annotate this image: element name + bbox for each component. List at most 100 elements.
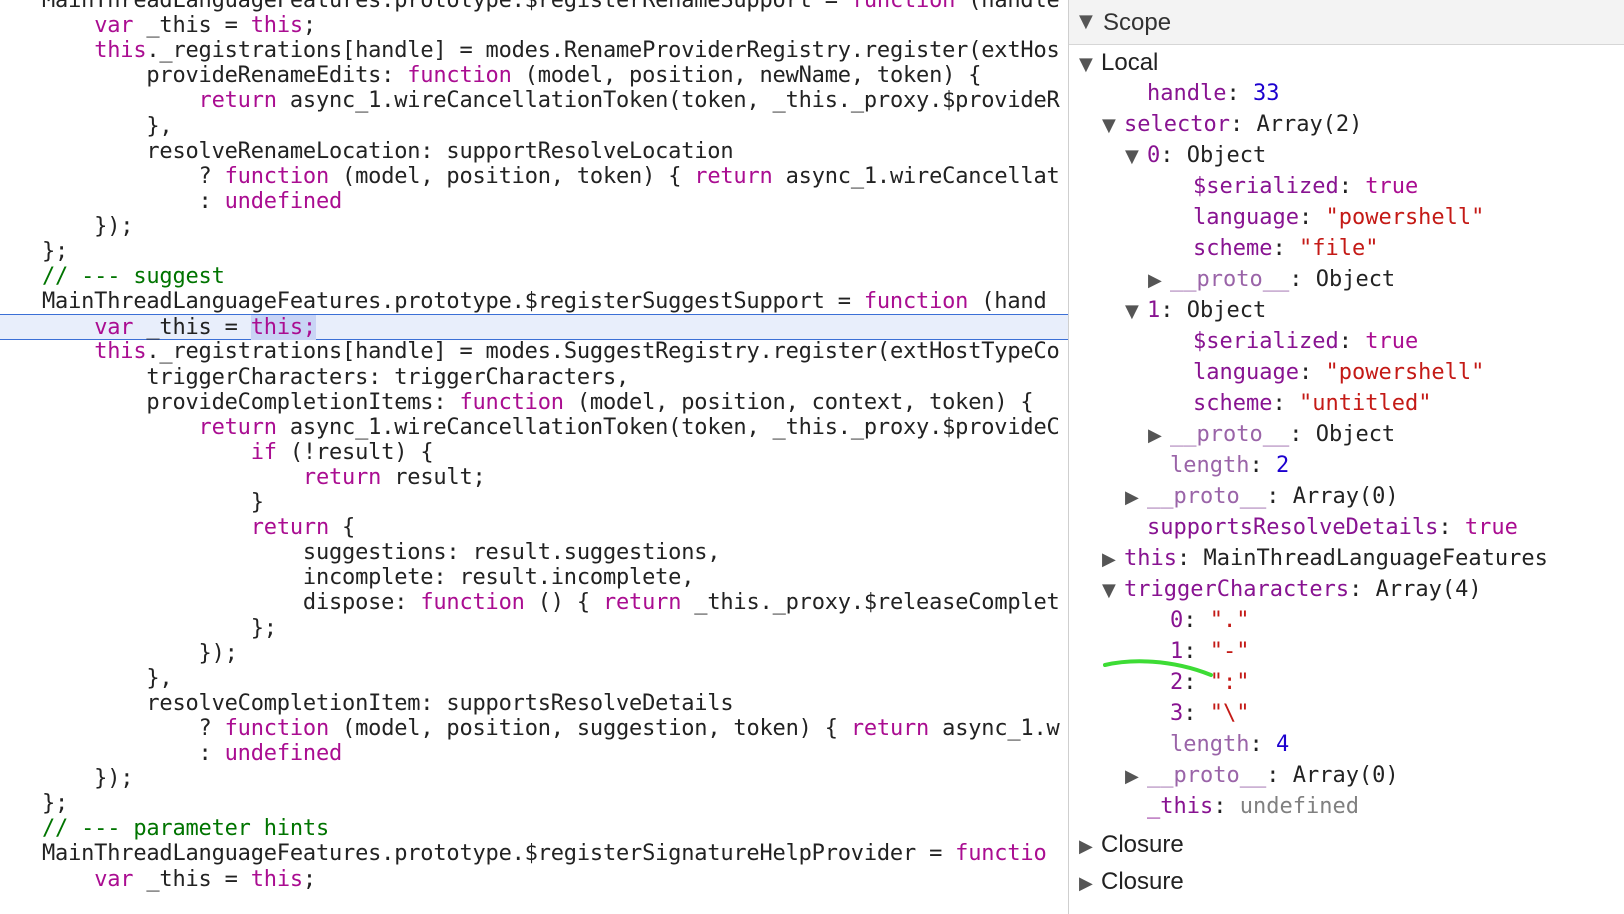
scope-variable-row[interactable]: ▼ selector: Array(2)	[1102, 110, 1362, 140]
scope-variable-row[interactable]: language: "powershell"	[1171, 358, 1484, 388]
scope-variable-row[interactable]: $serialized: true	[1171, 172, 1418, 202]
scope-variable-row[interactable]: ▶ __proto__: Array(0)	[1125, 761, 1399, 791]
scope-token: "untitled"	[1298, 391, 1432, 416]
scope-variable-row[interactable]: language: "powershell"	[1171, 203, 1484, 233]
code-line[interactable]: resolveRenameLocation: supportResolveLoc…	[0, 139, 1069, 165]
scope-section[interactable]: ▶ Closure	[1079, 867, 1184, 897]
code-line[interactable]: this._registrations[handle] = modes.Rena…	[0, 38, 1069, 64]
collapsed-triangle-icon[interactable]: ▶	[1148, 266, 1170, 296]
code-line[interactable]: };	[0, 239, 1069, 265]
scope-variable-row[interactable]: length: 2	[1148, 451, 1289, 481]
code-line[interactable]: MainThreadLanguageFeatures.prototype.$re…	[0, 289, 1069, 315]
scope-token: : Array(0)	[1266, 484, 1399, 509]
scope-variable-row[interactable]: ▶ this: MainThreadLanguageFeatures	[1102, 544, 1548, 574]
scope-token: 0	[1170, 608, 1184, 633]
scope-variable-row[interactable]: _this: undefined	[1125, 792, 1359, 822]
scope-token: :	[1213, 794, 1240, 819]
code-line[interactable]: var _this = this;	[0, 13, 1069, 39]
code-line[interactable]: return async_1.wireCancellationToken(tok…	[0, 88, 1069, 114]
code-line[interactable]: : undefined	[0, 189, 1069, 215]
scope-variable-row[interactable]: $serialized: true	[1171, 327, 1418, 357]
scope-variable-row[interactable]: ▼ 0: Object	[1125, 141, 1266, 171]
code-line[interactable]: ? function (model, position, suggestion,…	[0, 716, 1069, 742]
code-line[interactable]: ? function (model, position, token) { re…	[0, 164, 1069, 190]
code-line[interactable]: var _this = this;	[0, 867, 1069, 893]
code-token: return	[198, 88, 277, 114]
collapsed-triangle-icon[interactable]: ▶	[1125, 762, 1147, 792]
code-token: _this =	[133, 13, 251, 39]
code-line[interactable]: });	[0, 214, 1069, 240]
code-line[interactable]: // --- suggest	[0, 264, 1069, 290]
scope-variable-row[interactable]: ▼ 1: Object	[1125, 296, 1266, 326]
code-token: resolveRenameLocation: supportResolveLoc…	[42, 138, 734, 164]
expanded-triangle-icon[interactable]: ▼	[1102, 576, 1124, 606]
code-token: });	[42, 213, 134, 239]
code-token: this;	[250, 315, 316, 341]
scope-variable-row[interactable]: scheme: "file"	[1171, 234, 1378, 264]
code-line[interactable]: dispose: function () { return _this._pro…	[0, 590, 1069, 616]
scope-token: :	[1183, 701, 1210, 726]
scope-token: length	[1170, 453, 1250, 478]
code-line[interactable]: // --- parameter hints	[0, 816, 1069, 842]
scope-section-header[interactable]: ▼ Scope	[1069, 0, 1624, 45]
scope-variable-row[interactable]: handle: 33	[1125, 79, 1279, 109]
collapsed-triangle-icon[interactable]: ▶	[1148, 421, 1170, 451]
collapsed-triangle-icon[interactable]: ▶	[1079, 832, 1101, 862]
code-line[interactable]: if (!result) {	[0, 440, 1069, 466]
expanded-triangle-icon[interactable]: ▼	[1125, 142, 1147, 172]
code-token: undefined	[224, 188, 343, 214]
scope-variable-row[interactable]: scheme: "untitled"	[1171, 389, 1431, 419]
source-code-editor[interactable]: MainThreadLanguageFeatures.prototype.$re…	[0, 0, 1069, 914]
code-token: provideRenameEdits:	[42, 63, 408, 89]
code-line[interactable]: });	[0, 766, 1069, 792]
code-line[interactable]: MainThreadLanguageFeatures.prototype.$re…	[0, 841, 1069, 867]
expanded-triangle-icon[interactable]: ▼	[1125, 297, 1147, 327]
code-line[interactable]: provideRenameEdits: function (model, pos…	[0, 63, 1069, 89]
collapsed-triangle-icon[interactable]: ▶	[1102, 545, 1124, 575]
code-line[interactable]: }	[0, 490, 1069, 516]
code-line[interactable]: incomplete: result.incomplete,	[0, 565, 1069, 591]
code-line[interactable]: MainThreadLanguageFeatures.prototype.$re…	[0, 0, 1069, 14]
collapsed-triangle-icon[interactable]: ▶	[1125, 483, 1147, 513]
code-line[interactable]: },	[0, 114, 1069, 140]
code-line[interactable]: return result;	[0, 465, 1069, 491]
scope-section[interactable]: ▼ Local	[1079, 48, 1158, 78]
paused-code-line[interactable]: var _this = this;	[0, 314, 1069, 341]
scope-variable-row[interactable]: supportsResolveDetails: true	[1125, 513, 1518, 543]
scope-variable-row[interactable]: ▼ triggerCharacters: Array(4)	[1102, 575, 1482, 605]
expanded-triangle-icon[interactable]: ▼	[1102, 111, 1124, 141]
code-line[interactable]: };	[0, 616, 1069, 642]
expanded-triangle-icon[interactable]: ▼	[1079, 11, 1101, 32]
code-line[interactable]: suggestions: result.suggestions,	[0, 540, 1069, 566]
scope-section[interactable]: ▶ Closure	[1079, 830, 1184, 860]
scope-variable-row[interactable]: ▶ __proto__: Object	[1148, 265, 1395, 295]
code-token: {	[329, 515, 356, 541]
scope-token: "\"	[1209, 701, 1250, 726]
code-line[interactable]: };	[0, 791, 1069, 817]
scope-variable-row[interactable]: ▶ __proto__: Array(0)	[1125, 482, 1399, 512]
scope-token: true	[1365, 329, 1419, 354]
code-line[interactable]: provideCompletionItems: function (model,…	[0, 390, 1069, 416]
code-line[interactable]: this._registrations[handle] = modes.Sugg…	[0, 339, 1069, 365]
code-line[interactable]: },	[0, 666, 1069, 692]
code-line[interactable]: resolveCompletionItem: supportsResolveDe…	[0, 691, 1069, 717]
scope-variable-row[interactable]: 0: "."	[1148, 606, 1250, 636]
scope-token: : Array(0)	[1266, 763, 1399, 788]
code-line[interactable]: });	[0, 641, 1069, 667]
collapsed-triangle-icon[interactable]: ▶	[1079, 869, 1101, 899]
code-token: ?	[42, 715, 225, 741]
code-token: };	[42, 239, 69, 264]
scope-token: this	[1124, 546, 1177, 571]
scope-token: __proto__	[1170, 422, 1290, 447]
scope-variable-row[interactable]: length: 4	[1148, 730, 1289, 760]
code-line[interactable]: : undefined	[0, 741, 1069, 767]
scope-variable-row[interactable]: 3: "\"	[1148, 699, 1250, 729]
code-line[interactable]: return {	[0, 515, 1069, 541]
code-line[interactable]: triggerCharacters: triggerCharacters,	[0, 365, 1069, 391]
scope-variable-row[interactable]: ▶ __proto__: Object	[1148, 420, 1395, 450]
code-line[interactable]: return async_1.wireCancellationToken(tok…	[0, 415, 1069, 441]
expanded-triangle-icon[interactable]: ▼	[1079, 50, 1101, 80]
code-token: this	[94, 339, 147, 365]
